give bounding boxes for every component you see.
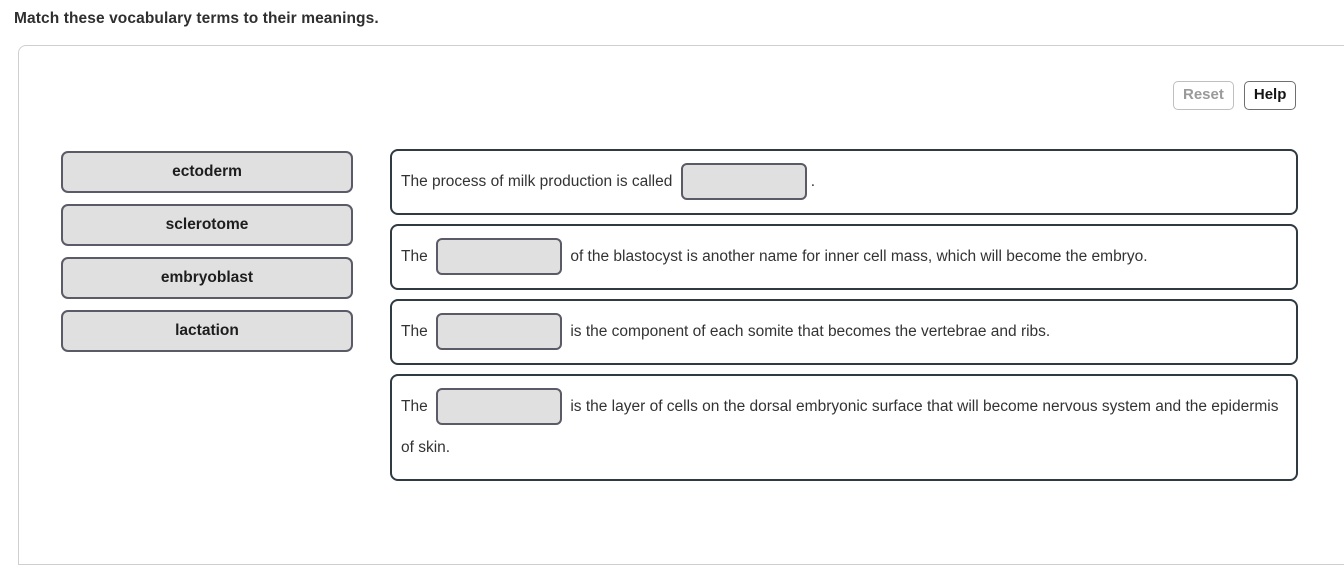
sentence-text-before: The process of milk production is called — [401, 173, 677, 190]
sentence-box: The is the layer of cells on the dorsal … — [390, 374, 1298, 481]
reset-button[interactable]: Reset — [1173, 81, 1234, 110]
term-tile-label: embryoblast — [160, 269, 254, 286]
term-tile-lactation[interactable]: lactation — [61, 310, 353, 352]
drop-slot[interactable] — [436, 313, 563, 351]
sentence-box: The process of milk production is called… — [390, 149, 1298, 215]
term-tile-ectoderm[interactable]: ectoderm — [61, 151, 353, 193]
sentence-box: The is the component of each somite that… — [390, 299, 1298, 365]
help-button[interactable]: Help — [1243, 81, 1297, 110]
toolbar: Reset Help — [1173, 81, 1297, 110]
drop-slot[interactable] — [436, 388, 563, 426]
page-title: Match these vocabulary terms to their me… — [14, 10, 379, 27]
drop-slot[interactable] — [680, 163, 807, 201]
term-tile-sclerotome[interactable]: sclerotome — [61, 204, 353, 246]
sentence-text-after: is the component of each somite that bec… — [566, 323, 1051, 340]
sentence-text-after: . — [810, 173, 815, 190]
term-tile-label: lactation — [175, 322, 239, 339]
sentence-text-before: The — [401, 248, 433, 265]
term-bank: ectoderm sclerotome embryoblast lactatio… — [61, 151, 353, 352]
term-tile-embryoblast[interactable]: embryoblast — [61, 257, 353, 299]
term-tile-label: sclerotome — [165, 216, 249, 233]
sentence-text-after: of the blastocyst is another name for in… — [566, 248, 1148, 265]
term-tile-label: ectoderm — [172, 163, 242, 180]
sentence-box: The of the blastocyst is another name fo… — [390, 224, 1298, 290]
sentence-list: The process of milk production is called… — [390, 149, 1298, 481]
drop-slot[interactable] — [436, 238, 563, 276]
sentence-text-before: The — [401, 398, 433, 415]
sentence-text-before: The — [401, 323, 433, 340]
